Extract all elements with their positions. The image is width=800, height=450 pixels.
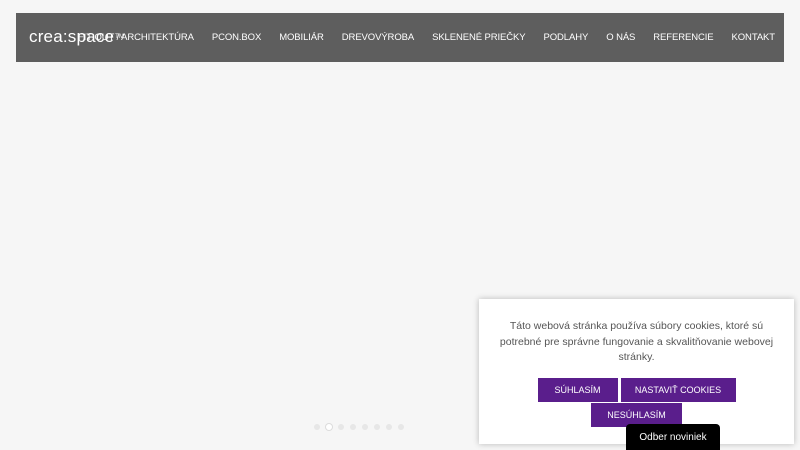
cookie-button-row-2: NESÚHLASÍM bbox=[497, 402, 776, 427]
accept-cookies-button[interactable]: SÚHLASÍM bbox=[537, 377, 618, 402]
slider-dot[interactable] bbox=[398, 424, 404, 430]
nav-item-drevovyroba[interactable]: DREVOVÝROBA bbox=[342, 32, 414, 43]
site-header: crea:spaceTM FIT-OUT / ARCHITEKTÚRA PCON… bbox=[16, 13, 784, 62]
slider-dot[interactable] bbox=[350, 424, 356, 430]
slider-dot[interactable] bbox=[314, 424, 320, 430]
slider-dot[interactable] bbox=[338, 424, 344, 430]
slider-dot[interactable] bbox=[374, 424, 380, 430]
nav-item-o-nas[interactable]: O NÁS bbox=[606, 32, 635, 43]
slider-dot[interactable] bbox=[326, 424, 332, 430]
nav-item-referencie[interactable]: REFERENCIE bbox=[653, 32, 713, 43]
main-nav: FIT-OUT / ARCHITEKTÚRA PCON.BOX MOBILIÁR… bbox=[78, 13, 775, 62]
nav-item-sklenene-pricky[interactable]: SKLENENÉ PRIEČKY bbox=[432, 32, 526, 43]
slider-dot[interactable] bbox=[362, 424, 368, 430]
nav-item-podlahy[interactable]: PODLAHY bbox=[544, 32, 589, 43]
slider-dots bbox=[314, 424, 404, 430]
nav-item-mobiliar[interactable]: MOBILIÁR bbox=[279, 32, 324, 43]
cookie-settings-button[interactable]: NASTAVIŤ COOKIES bbox=[620, 377, 736, 402]
nav-item-fit-out[interactable]: FIT-OUT / ARCHITEKTÚRA bbox=[78, 32, 194, 43]
slider-dot[interactable] bbox=[386, 424, 392, 430]
cookie-message: Táto webová stránka používa súbory cooki… bbox=[499, 320, 774, 363]
newsletter-button[interactable]: Odber noviniek bbox=[626, 424, 720, 450]
cookie-button-row: SÚHLASÍM NASTAVIŤ COOKIES bbox=[497, 377, 776, 402]
nav-item-pcon-box[interactable]: PCON.BOX bbox=[212, 32, 261, 43]
cookie-banner: Táto webová stránka používa súbory cooki… bbox=[479, 299, 794, 444]
decline-cookies-button[interactable]: NESÚHLASÍM bbox=[591, 402, 682, 427]
nav-item-kontakt[interactable]: KONTAKT bbox=[732, 32, 776, 43]
